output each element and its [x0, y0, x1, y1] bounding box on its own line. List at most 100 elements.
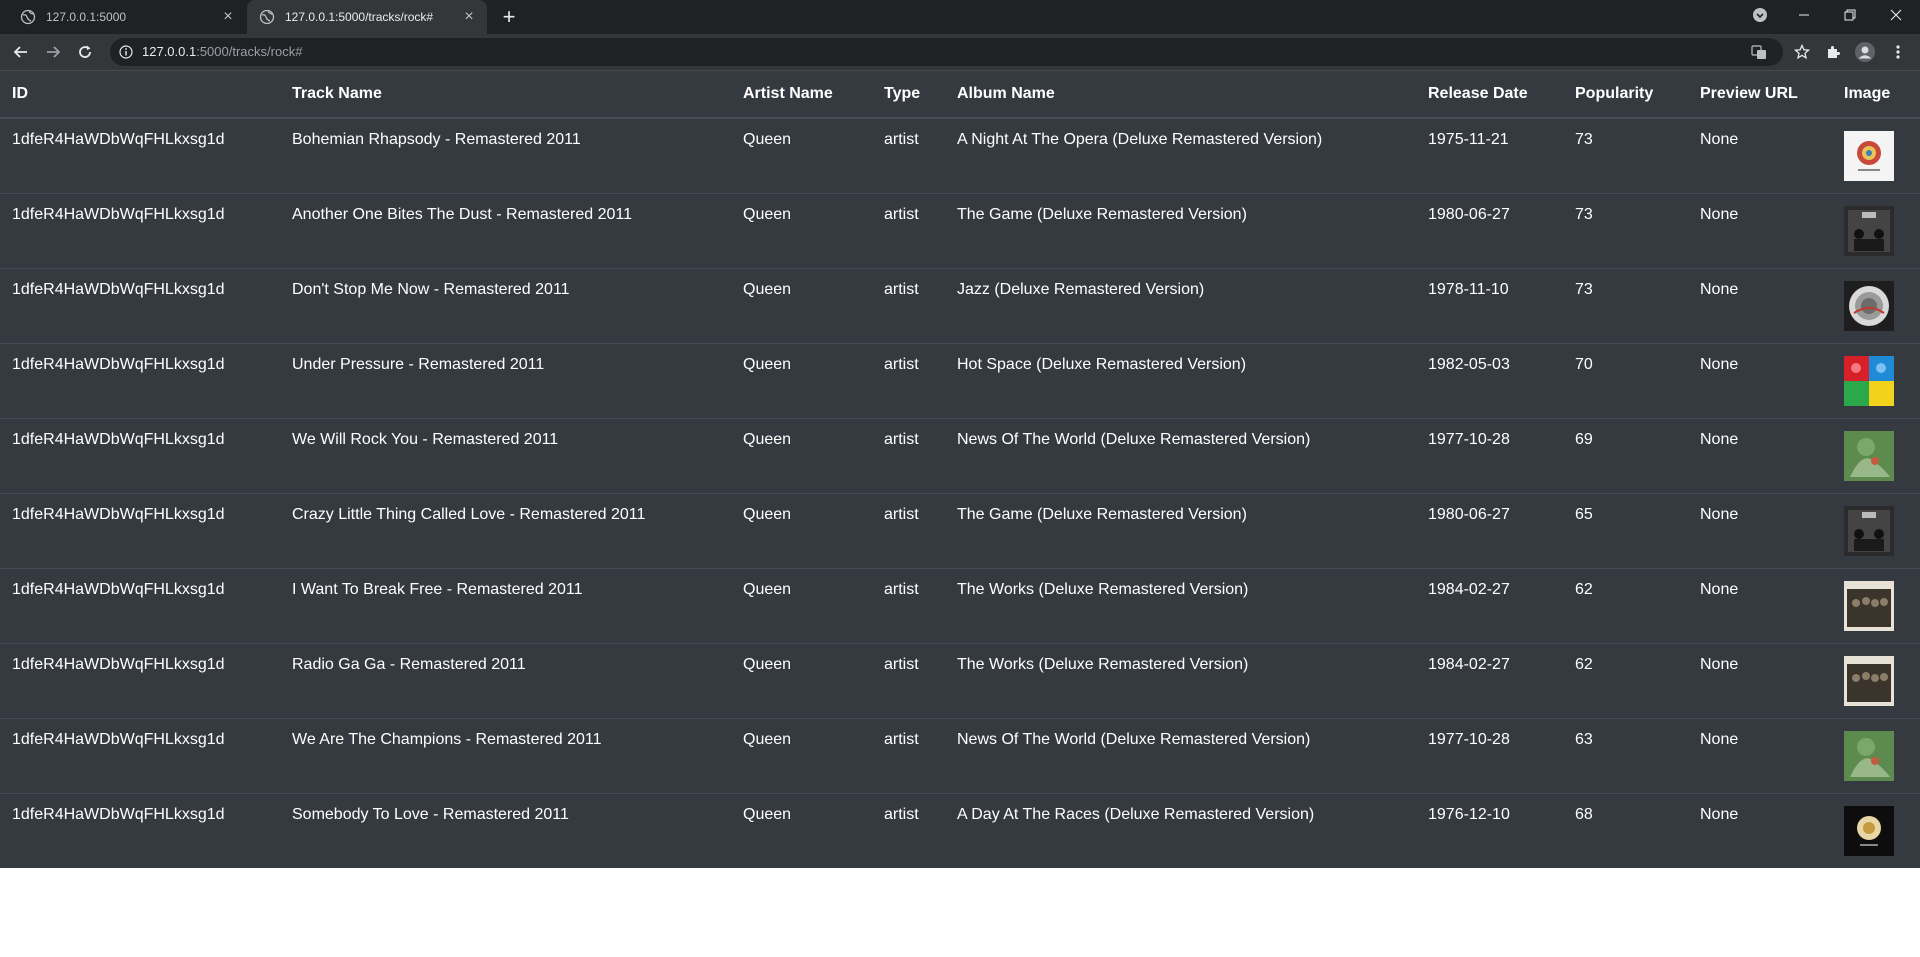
cell-id: 1dfeR4HaWDbWqFHLkxsg1d	[0, 792, 280, 868]
arrow-right-icon	[47, 46, 61, 58]
cell-popularity: 73	[1575, 131, 1593, 148]
cell-track-name: Don't Stop Me Now - Remastered 2011	[280, 267, 731, 343]
header-track-name: Track Name	[280, 71, 731, 119]
cell-album-name: News Of The World (Deluxe Remastered Ver…	[945, 717, 1416, 793]
cell-album-name: The Works (Deluxe Remastered Version)	[945, 567, 1416, 643]
header-id: ID	[0, 71, 280, 119]
cell-track-name: I Want To Break Free - Remastered 2011	[280, 567, 731, 643]
cell-preview-url: None	[1700, 131, 1739, 148]
jazz-cover	[1844, 280, 1894, 331]
extensions-button[interactable]	[1823, 42, 1843, 62]
cell-preview-url: None	[1688, 642, 1832, 718]
cell-track-name: Somebody To Love - Remastered 2011	[280, 792, 731, 868]
cell-track-name: Under Pressure - Remastered 2011	[280, 342, 731, 418]
profile-button[interactable]	[1855, 42, 1875, 62]
reload-button[interactable]	[71, 38, 99, 66]
table-row: 1dfeR4HaWDbWqFHLkxsg1d We Are The Champi…	[0, 717, 1920, 793]
close-icon[interactable]: ×	[220, 9, 236, 25]
cell-album-name: A Day At The Races (Deluxe Remastered Ve…	[945, 792, 1416, 868]
cell-release-date: 1982-05-03	[1416, 342, 1563, 418]
cell-album-name: The Works (Deluxe Remastered Version)	[945, 642, 1416, 718]
table-row: 1dfeR4HaWDbWqFHLkxsg1d I Want To Break F…	[0, 567, 1920, 643]
the-works-cover	[1844, 655, 1894, 706]
tracks-table-container: ID Track Name Artist Name Type Album Nam…	[0, 71, 1920, 868]
table-row: 1dfeR4HaWDbWqFHLkxsg1d Radio Ga Ga - Rem…	[0, 642, 1920, 718]
restore-icon	[1844, 9, 1856, 21]
star-icon[interactable]	[1794, 44, 1810, 60]
tab-home[interactable]: 127.0.0.1:5000 ×	[8, 0, 246, 34]
cell-image	[1832, 267, 1920, 343]
cell-image	[1832, 417, 1920, 493]
info-icon[interactable]	[119, 45, 133, 59]
header-preview-url: Preview URL	[1688, 71, 1832, 119]
cell-image	[1832, 192, 1920, 268]
cell-album-name: News Of The World (Deluxe Remastered Ver…	[945, 417, 1416, 493]
address-bar[interactable]: 127.0.0.1:5000/tracks/rock#	[110, 38, 1810, 66]
cell-preview-url: None	[1688, 192, 1832, 268]
minimize-icon	[1799, 14, 1809, 16]
header-type: Type	[872, 71, 945, 119]
cell-preview-url: None	[1688, 792, 1832, 868]
cell-release-date: 1977-10-28	[1416, 417, 1563, 493]
header-image: Image	[1832, 71, 1920, 119]
cell-album-name: Jazz (Deluxe Remastered Version)	[945, 267, 1416, 343]
cell-track-name: Bohemian Rhapsody - Remastered 2011	[292, 131, 581, 148]
cell-id: 1dfeR4HaWDbWqFHLkxsg1d	[12, 131, 225, 148]
cell-preview-url: None	[1688, 267, 1832, 343]
tab-title: 127.0.0.1:5000	[46, 10, 127, 24]
news-of-the-world-cover	[1844, 730, 1894, 781]
cell-album-name: The Game (Deluxe Remastered Version)	[945, 192, 1416, 268]
url-text: 127.0.0.1:5000/tracks/rock#	[142, 38, 302, 66]
minimize-button[interactable]	[1781, 0, 1827, 30]
table-row: 1dfeR4HaWDbWqFHLkxsg1d Crazy Little Thin…	[0, 492, 1920, 568]
back-button[interactable]	[7, 38, 35, 66]
tab-strip: 127.0.0.1:5000 × 127.0.0.1:5000/tracks/r…	[0, 0, 1920, 34]
cell-id: 1dfeR4HaWDbWqFHLkxsg1d	[0, 417, 280, 493]
close-window-button[interactable]	[1873, 0, 1919, 30]
chevron-down-icon	[1753, 8, 1767, 22]
header-album-name: Album Name	[945, 71, 1416, 119]
hot-space-cover	[1844, 355, 1894, 406]
cell-type: artist	[872, 417, 945, 493]
cell-id: 1dfeR4HaWDbWqFHLkxsg1d	[0, 192, 280, 268]
cell-id: 1dfeR4HaWDbWqFHLkxsg1d	[0, 267, 280, 343]
table-row: 1dfeR4HaWDbWqFHLkxsg1d Bohemian Rhapsody…	[0, 118, 1920, 193]
cell-release-date: 1976-12-10	[1416, 792, 1563, 868]
cell-popularity: 68	[1563, 792, 1688, 868]
cell-artist-name: Queen	[731, 192, 872, 268]
night-at-the-opera-cover	[1844, 131, 1894, 181]
puzzle-icon	[1828, 46, 1840, 58]
translate-icon[interactable]	[1751, 44, 1767, 60]
forward-button[interactable]	[39, 38, 67, 66]
avatar	[1855, 42, 1875, 62]
close-icon[interactable]: ×	[461, 9, 477, 25]
header-popularity: Popularity	[1563, 71, 1688, 119]
news-of-the-world-cover	[1844, 430, 1894, 481]
cell-popularity: 65	[1563, 492, 1688, 568]
arrow-left-icon	[13, 46, 27, 58]
cell-type: artist	[872, 792, 945, 868]
cell-artist-name: Queen	[731, 567, 872, 643]
table-row: 1dfeR4HaWDbWqFHLkxsg1d Somebody To Love …	[0, 792, 1920, 868]
tab-tracks-rock[interactable]: 127.0.0.1:5000/tracks/rock# ×	[247, 0, 487, 34]
cell-artist-name: Queen	[731, 792, 872, 868]
cell-image	[1832, 792, 1920, 868]
close-icon	[1890, 9, 1902, 21]
table-header-row: ID Track Name Artist Name Type Album Nam…	[0, 71, 1920, 119]
tab-search-button[interactable]	[1737, 0, 1783, 30]
cell-id: 1dfeR4HaWDbWqFHLkxsg1d	[0, 567, 280, 643]
globe-icon	[20, 9, 36, 25]
tab-title: 127.0.0.1:5000/tracks/rock#	[285, 10, 434, 24]
menu-button[interactable]	[1888, 42, 1908, 62]
header-release-date: Release Date	[1416, 71, 1563, 119]
cell-artist-name: Queen	[731, 267, 872, 343]
new-tab-button[interactable]: +	[498, 6, 520, 29]
restore-button[interactable]	[1827, 0, 1873, 30]
cell-popularity: 73	[1563, 267, 1688, 343]
cell-id: 1dfeR4HaWDbWqFHLkxsg1d	[0, 717, 280, 793]
cell-artist-name: Queen	[731, 417, 872, 493]
cell-release-date: 1984-02-27	[1416, 567, 1563, 643]
cell-album-name: A Night At The Opera (Deluxe Remastered …	[957, 131, 1323, 148]
the-game-cover	[1844, 505, 1894, 556]
cell-album-name: Hot Space (Deluxe Remastered Version)	[945, 342, 1416, 418]
